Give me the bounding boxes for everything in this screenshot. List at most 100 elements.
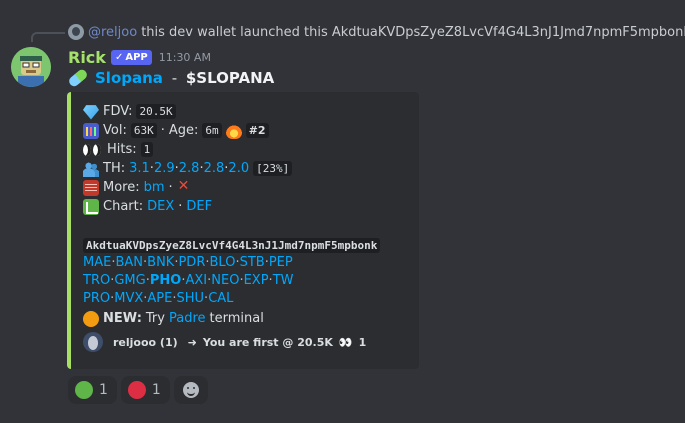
fdv-row: FDV: 20.5K [83, 102, 411, 121]
hits-value: 1 [140, 142, 154, 157]
ticker-link-bold[interactable]: PHO [150, 273, 181, 288]
smile-icon [182, 382, 199, 398]
app-badge-label: APP [125, 52, 148, 63]
ticker-link[interactable]: CAL [208, 291, 233, 306]
new-label: NEW: [103, 311, 142, 326]
ticker-link[interactable]: EXP [244, 273, 269, 288]
avatar[interactable] [11, 47, 51, 87]
padre-link[interactable]: Padre [169, 311, 206, 326]
vol-label: Vol: [103, 123, 127, 138]
ticker-link[interactable]: TW [273, 273, 294, 288]
th-value[interactable]: 2.8 [204, 161, 225, 176]
ticker-row: PRO·MVX·APE·SHU·CAL [83, 291, 234, 306]
new-rest: terminal [209, 311, 264, 326]
orange-circle-icon [83, 310, 99, 327]
message-header: Rick ✓ APP 11:30 AM [68, 48, 211, 67]
th-row: TH: 3.1 · 2.9 · 2.8 · 2.8 · 2.0 [23%] [83, 159, 411, 178]
footer-text: You are first @ 20.5K [202, 335, 333, 349]
reply-avatar[interactable] [68, 24, 84, 40]
more-row: More: bm · [83, 178, 411, 197]
th-value[interactable]: 3.1 [129, 161, 150, 176]
green-circle-icon [75, 381, 93, 399]
dex-link[interactable]: DEX [147, 199, 174, 214]
ticker-link[interactable]: GMG [114, 273, 145, 288]
th-label: TH: [103, 161, 126, 176]
fdv-label: FDV: [103, 104, 133, 119]
ticker-link[interactable]: BNK [147, 255, 174, 270]
more-label: More: [103, 180, 140, 195]
th-percent: [23%] [253, 161, 293, 176]
fdv-value: 20.5K [136, 104, 176, 119]
def-link[interactable]: DEF [186, 199, 212, 214]
ticker-link[interactable]: STB [240, 255, 265, 270]
bar-chart-icon [83, 122, 99, 139]
reaction-red[interactable]: 1 [120, 376, 170, 404]
fire-icon [225, 122, 242, 139]
ticker-link[interactable]: BAN [115, 255, 143, 270]
new-row: NEW: Try Padre terminal [83, 309, 411, 328]
ticker-link[interactable]: BLO [210, 255, 236, 270]
people-icon [83, 160, 99, 177]
chart-row: Chart: DEX · DEF [83, 197, 411, 216]
ticker-link[interactable]: PRO [83, 291, 110, 306]
more-separator: · [168, 180, 173, 195]
gem-icon [83, 105, 99, 120]
vol-value: 63K [130, 123, 157, 138]
footer-username: reljooo (1) [113, 335, 178, 349]
message-title: Slopana - $SLOPANA [67, 67, 275, 89]
footer-avatar [83, 332, 103, 352]
ticker-link[interactable]: PEP [269, 255, 293, 270]
hits-row: Hits: 1 [83, 140, 411, 159]
chart-up-icon [83, 198, 99, 215]
address-row: AkdtuaKVDpsZyeZ8LvcVf4G4L3nJ1Jmd7npmF5mp… [83, 235, 411, 255]
rank-badge: #2 [245, 123, 269, 138]
ticker-link[interactable]: NEO [211, 273, 239, 288]
reply-username[interactable]: @reljoo [88, 25, 137, 40]
ticker-row: TRO·GMG·PHO·AXI·NEO·EXP·TW [83, 273, 294, 288]
reply-text[interactable]: this dev wallet launched this AkdtuaKVDp… [141, 25, 685, 40]
hits-label: Hits: [107, 142, 137, 157]
pill-icon [67, 67, 89, 89]
th-value[interactable]: 2.0 [228, 161, 249, 176]
token-embed: FDV: 20.5K Vol: 63K · Age: 6m #2 Hits: 1… [67, 92, 419, 369]
age-separator: · [160, 123, 165, 138]
embed-footer: reljooo (1) ➜ You are first @ 20.5K 👀 1 [83, 332, 366, 352]
ticker-link[interactable]: AXI [185, 273, 207, 288]
ticker-link[interactable]: SHU [177, 291, 205, 306]
reaction-count: 1 [99, 382, 108, 398]
chart-label: Chart: [103, 199, 144, 214]
contract-address[interactable]: AkdtuaKVDpsZyeZ8LvcVf4G4L3nJ1Jmd7npmF5mp… [83, 237, 381, 253]
token-ticker: $SLOPANA [185, 69, 275, 87]
age-label: Age: [168, 123, 199, 138]
reply-reference[interactable]: @reljoo this dev wallet launched this Ak… [68, 21, 685, 43]
arrow-icon: ➜ [187, 335, 197, 349]
reaction-green[interactable]: 1 [68, 376, 117, 404]
vol-row: Vol: 63K · Age: 6m #2 [83, 121, 411, 140]
new-try: Try [145, 311, 165, 326]
th-value[interactable]: 2.8 [179, 161, 200, 176]
reaction-count: 1 [151, 382, 161, 398]
username[interactable]: Rick [68, 48, 106, 67]
chart-separator: · [178, 199, 183, 214]
red-circle-icon [127, 381, 146, 399]
token-name-link[interactable]: Slopana [95, 69, 163, 87]
reactions-bar: 1 1 [68, 376, 208, 404]
add-reaction-button[interactable] [173, 376, 208, 404]
eyes-icon: 👀 [338, 335, 353, 349]
ticker-link[interactable]: MAE [83, 255, 111, 270]
timestamp[interactable]: 11:30 AM [159, 51, 211, 64]
age-value: 6m [202, 123, 222, 138]
ticker-link[interactable]: PDR [178, 255, 205, 270]
check-icon: ✓ [114, 52, 124, 63]
ticker-link[interactable]: MVX [114, 291, 143, 306]
eyes-icon [83, 142, 103, 158]
ticker-link[interactable]: TRO [83, 273, 110, 288]
ticker-link[interactable]: APE [147, 291, 172, 306]
app-badge: ✓ APP [110, 50, 152, 65]
x-icon[interactable] [176, 178, 193, 196]
footer-count: 1 [358, 335, 367, 349]
th-value[interactable]: 2.9 [154, 161, 175, 176]
ledger-icon [83, 179, 99, 196]
ticker-row: MAE·BAN·BNK·PDR·BLO·STB·PEP [83, 255, 293, 270]
bm-link[interactable]: bm [144, 180, 165, 195]
